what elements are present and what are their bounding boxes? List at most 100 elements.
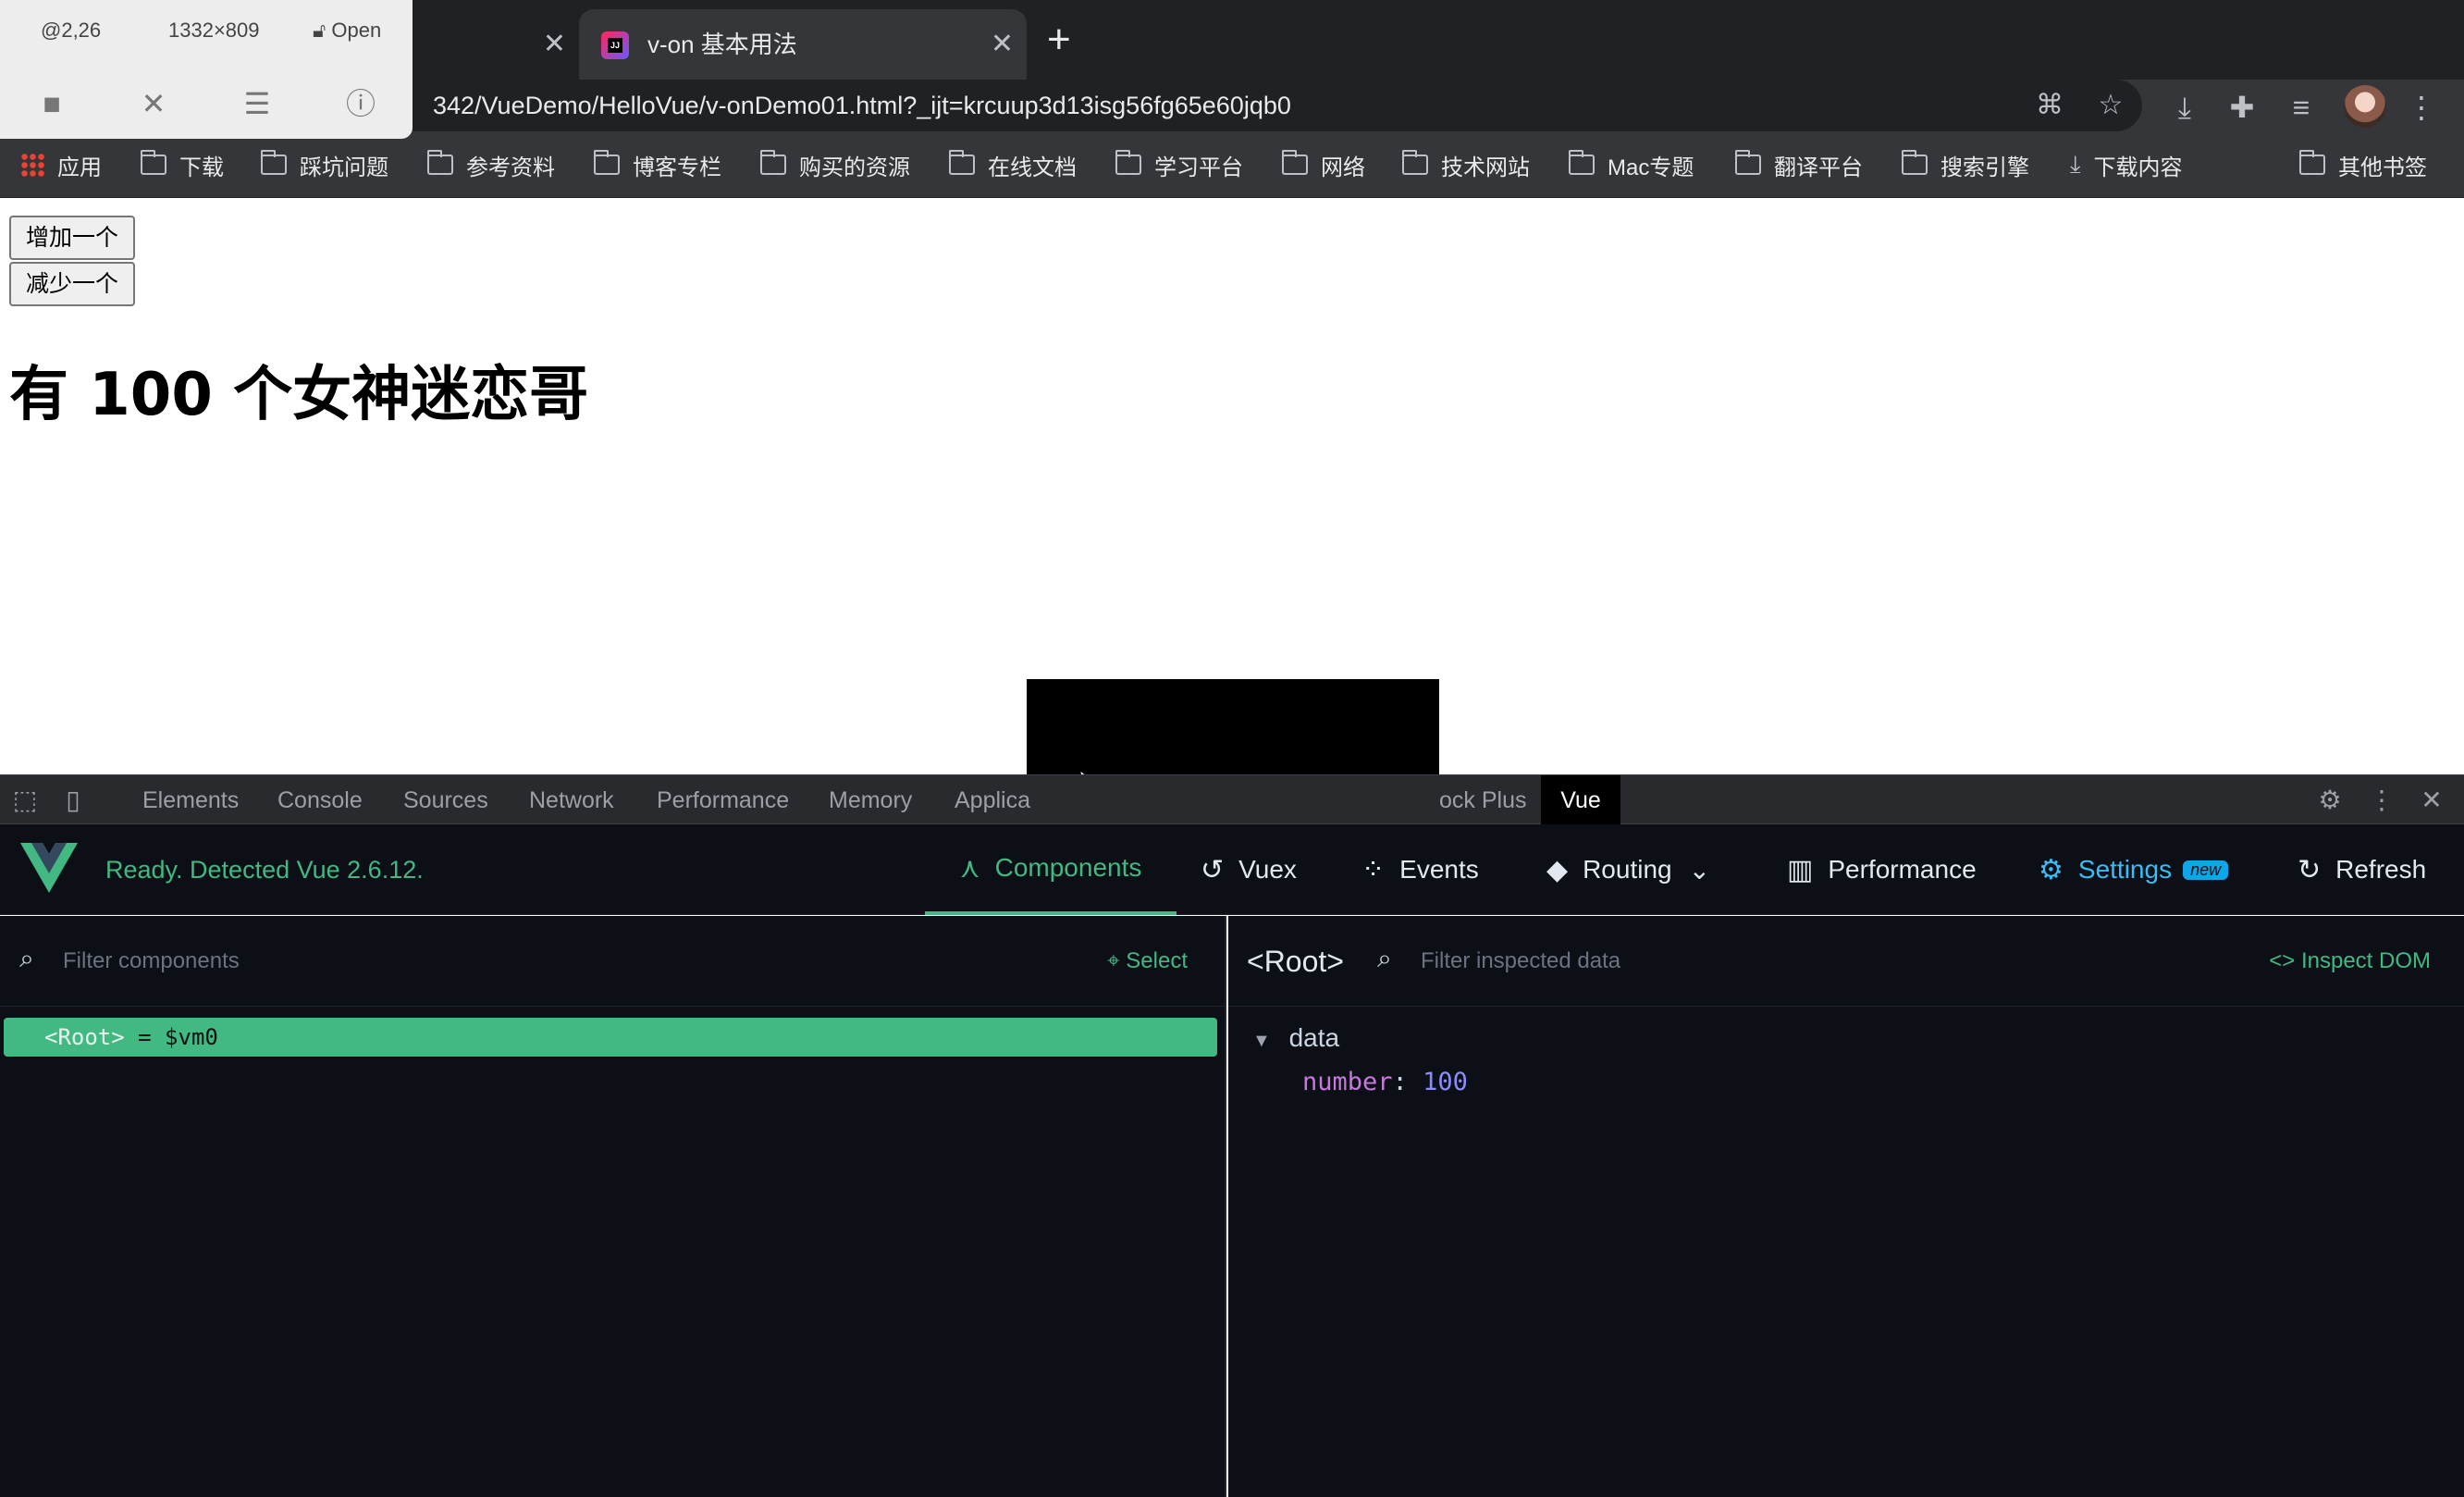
bookmark-apps[interactable]: 应用 [20,131,102,198]
bookmark-folder[interactable]: 学习平台 [1115,131,1243,198]
bookmark-folder[interactable]: 下载 [141,131,224,198]
profile-avatar[interactable] [2344,85,2386,128]
bookmark-downloads[interactable]: ⤓ 下载内容 [2070,131,2183,198]
tab-sources[interactable]: Sources [403,775,488,825]
url-text[interactable]: 342/VueDemo/HelloVue/v-onDemo01.html?_ij… [433,80,1291,131]
folder-icon [1402,150,1428,175]
download-arrow-icon: ⤓ [2070,150,2081,178]
bookmark-folder[interactable]: Mac专题 [1569,131,1694,198]
recorder-open-label: Open [331,19,382,42]
close-devtools-icon[interactable]: ✕ [2414,783,2449,818]
close-tab-icon[interactable]: ✕ [543,9,566,80]
devtools-tab-strip: ⬚ ▯ Elements Console Sources Network Per… [0,774,2464,825]
inspect-dom-button[interactable]: <> Inspect DOM [2269,916,2431,1007]
refresh-icon: ↻ [2298,854,2322,885]
more-menu-icon[interactable]: ⋮ [2403,89,2440,126]
recorder-open[interactable]: 🔓︎ Open [313,19,381,43]
nav-vuex[interactable]: ↺ Vuex [1201,824,1297,915]
extensions-icon[interactable]: ✚ [2224,89,2261,126]
new-tab-icon[interactable]: + [1047,17,1071,63]
inspect-dom-label: Inspect DOM [2300,948,2431,973]
nav-components[interactable]: ⋏ Components [925,824,1177,915]
components-tree-icon: ⋏ [959,852,980,884]
folder-icon [261,150,287,175]
remove-one-button[interactable]: 减少一个 [9,262,136,306]
settings-gear-icon: ⚙ [2039,854,2064,885]
bookmark-label: 踩坑问题 [300,155,388,180]
property-key: number [1302,1068,1393,1096]
device-toggle-icon[interactable]: ▯ [55,783,91,818]
media-queue-icon[interactable]: ≡ [2283,89,2320,126]
bookmark-folder[interactable]: 技术网站 [1402,131,1530,198]
components-pane: ⌕ Filter components ⌖ Select <Root> = $v… [0,916,1226,1497]
select-label: Select [1126,948,1188,973]
nav-performance[interactable]: ▥ Performance [1787,824,1977,915]
data-section-header[interactable]: ▼ data [1252,1023,1339,1053]
stop-icon[interactable]: ■ [33,85,70,122]
code-brackets-icon: <> [2269,948,2296,973]
bookmark-label: 购买的资源 [799,155,910,180]
bookmark-other[interactable]: 其他书签 [2299,131,2427,198]
bookmark-folder[interactable]: 网络 [1282,131,1365,198]
nav-events[interactable]: ⁘ Events [1361,824,1479,915]
vue-logo-icon [20,843,78,893]
crosshair-icon: ⌖ [1107,948,1120,973]
nav-refresh[interactable]: ↻ Refresh [2298,824,2426,915]
inspected-filter-input[interactable]: Filter inspected data [1421,916,1620,1007]
bookmark-folder[interactable]: 搜索引擎 [1902,131,2029,198]
history-icon: ↺ [1201,854,1225,885]
nav-label: Vuex [1238,855,1297,884]
inspector-pane: <Root> ⌕ Filter inspected data <> Inspec… [1228,916,2464,1497]
bookmark-folder[interactable]: 踩坑问题 [261,131,388,198]
tab-network[interactable]: Network [529,775,614,825]
tab-mock-plus[interactable]: ock Plus [1439,775,1526,825]
bookmark-label: 下载内容 [2093,155,2183,180]
close-tab-icon[interactable]: ✕ [991,9,1014,80]
component-tree-row[interactable]: <Root> = $vm0 [4,1018,1217,1057]
bookmark-folder[interactable]: 翻译平台 [1735,131,1863,198]
inspect-element-icon[interactable]: ⬚ [7,783,43,818]
bookmark-star-icon[interactable]: ☆ [2094,89,2127,122]
select-component-button[interactable]: ⌖ Select [1107,916,1188,1007]
bookmark-folder[interactable]: 购买的资源 [760,131,910,198]
tab-memory[interactable]: Memory [829,775,912,825]
gear-icon[interactable]: ⚙ [2312,783,2347,818]
search-icon: ⌕ [1377,944,1392,972]
nav-label: Refresh [2335,855,2427,884]
tab-performance[interactable]: Performance [657,775,789,825]
property-separator: : [1392,1068,1423,1096]
help-icon[interactable]: ⓘ [342,85,379,122]
bookmark-folder[interactable]: 博客专栏 [594,131,721,198]
more-options-icon[interactable]: ⋮ [2364,783,2399,818]
nav-settings[interactable]: ⚙ Settings new [2039,824,2229,915]
components-filter-input[interactable]: Filter components [63,916,240,1007]
settings-sliders-icon[interactable]: ☰ [239,85,276,122]
data-property-row[interactable]: number: 100 [1302,1068,1468,1096]
bookmarks-bar: 应用 下载 踩坑问题 参考资料 博客专栏 购买的资源 在线文档 学习平台 网络 … [0,131,2464,198]
tab-previous[interactable]: ✕ [407,9,579,80]
tab-application[interactable]: Applica [955,775,1030,825]
nav-label: Performance [1828,855,1977,884]
property-value[interactable]: 100 [1423,1068,1468,1096]
bookmark-label: Mac专题 [1608,155,1694,180]
bookmark-folder[interactable]: 参考资料 [427,131,555,198]
close-icon[interactable]: ✕ [135,85,172,122]
nav-label: Routing [1583,855,1672,884]
signpost-icon: ◆ [1546,854,1569,885]
inspector-filter-bar: <Root> ⌕ Filter inspected data <> Inspec… [1228,916,2464,1007]
tab-console[interactable]: Console [277,775,363,825]
nav-routing[interactable]: ◆ Routing ⌄ [1546,824,1710,915]
tab-elements[interactable]: Elements [142,775,239,825]
jetbrains-favicon-icon [601,31,629,59]
tab-vue[interactable]: Vue [1541,775,1620,825]
bookmark-folder[interactable]: 在线文档 [949,131,1077,198]
nav-label: Components [994,853,1142,882]
download-icon[interactable]: ⤓ [2166,89,2203,126]
tab-active[interactable]: v-on 基本用法 ✕ [579,9,1027,80]
chevron-down-icon: ⌄ [1688,855,1711,885]
caret-down-icon: ▼ [1252,1031,1271,1051]
apps-grid-icon [20,153,44,177]
add-one-button[interactable]: 增加一个 [9,216,136,260]
translate-icon[interactable]: ⌘ [2033,89,2066,122]
folder-icon [2299,150,2325,175]
